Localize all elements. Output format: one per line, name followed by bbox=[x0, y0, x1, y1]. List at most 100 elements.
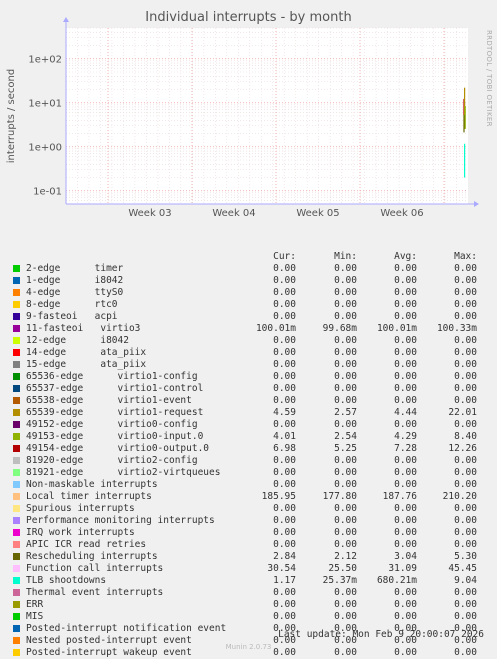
legend-max: 5.30 bbox=[454, 551, 477, 562]
legend-name: 2-edge timer bbox=[26, 263, 124, 274]
legend-name: TLB shootdowns bbox=[26, 575, 107, 586]
legend-swatch bbox=[13, 301, 20, 308]
legend-row: 65536-edge virtio1-config 0.00 0.00 0.00 0.0… bbox=[0, 371, 497, 383]
legend-cur: 0.00 bbox=[273, 515, 296, 526]
x-axis-arrow bbox=[474, 201, 479, 207]
legend-name: 1-edge i8042 bbox=[26, 275, 124, 286]
legend-avg: 0.00 bbox=[394, 359, 417, 370]
legend-row: 1-edge i8042 0.00 0.00 0.00 0.00 bbox=[0, 275, 497, 287]
legend-min: 0.00 bbox=[334, 359, 357, 370]
legend-avg: 0.00 bbox=[394, 587, 417, 598]
legend-name: 49154-edge virtio0-output.0 bbox=[26, 443, 210, 454]
legend-min: 25.37m bbox=[322, 575, 357, 586]
legend-name: Rescheduling interrupts bbox=[26, 551, 158, 562]
legend-name: Local timer interrupts bbox=[26, 491, 152, 502]
legend-min: 0.00 bbox=[334, 311, 357, 322]
legend-row: 2-edge timer 0.00 0.00 0.00 0.00 bbox=[0, 263, 497, 275]
legend-min: 0.00 bbox=[334, 479, 357, 490]
legend-name: Function call interrupts bbox=[26, 563, 164, 574]
legend-swatch bbox=[13, 493, 20, 500]
legend-avg: 0.00 bbox=[394, 419, 417, 430]
legend-name: 65538-edge virtio1-event bbox=[26, 395, 192, 406]
legend-min: 2.12 bbox=[334, 551, 357, 562]
legend-min: 0.00 bbox=[334, 275, 357, 286]
legend-max: 0.00 bbox=[454, 359, 477, 370]
legend-name: 65537-edge virtio1-control bbox=[26, 383, 204, 394]
legend-max: 100.33m bbox=[436, 323, 477, 334]
legend-max: 0.00 bbox=[454, 275, 477, 286]
legend-avg: 0.00 bbox=[394, 275, 417, 286]
legend-min: 0.00 bbox=[334, 587, 357, 598]
legend-avg: 4.44 bbox=[394, 407, 417, 418]
legend-cur: 2.84 bbox=[273, 551, 296, 562]
legend-max: 9.04 bbox=[454, 575, 477, 586]
legend-name: 65539-edge virtio1-request bbox=[26, 407, 204, 418]
legend-min: 177.80 bbox=[322, 491, 357, 502]
legend-avg: 4.29 bbox=[394, 431, 417, 442]
legend-min: 2.57 bbox=[334, 407, 357, 418]
col-cur: Cur: bbox=[273, 251, 296, 262]
legend-header: Cur: Min: Avg: Max: bbox=[0, 251, 497, 263]
legend-row: IRQ work interrupts 0.00 0.00 0.00 0.00 bbox=[0, 527, 497, 539]
legend-avg: 7.28 bbox=[394, 443, 417, 454]
legend-max: 0.00 bbox=[454, 383, 477, 394]
legend-row: 15-edge ata_piix 0.00 0.00 0.00 0.00 bbox=[0, 359, 497, 371]
legend-max: 0.00 bbox=[454, 335, 477, 346]
legend-avg: 0.00 bbox=[394, 383, 417, 394]
legend-swatch bbox=[13, 517, 20, 524]
legend-cur: 0.00 bbox=[273, 263, 296, 274]
legend-name: Non-maskable interrupts bbox=[26, 479, 158, 490]
legend-avg: 0.00 bbox=[394, 539, 417, 550]
legend-row: Spurious interrupts 0.00 0.00 0.00 0.00 bbox=[0, 503, 497, 515]
legend-max: 0.00 bbox=[454, 395, 477, 406]
legend-min: 0.00 bbox=[334, 335, 357, 346]
legend-cur: 0.00 bbox=[273, 287, 296, 298]
legend-name: 65536-edge virtio1-config bbox=[26, 371, 198, 382]
legend-name: 14-edge ata_piix bbox=[26, 347, 147, 358]
legend-swatch bbox=[13, 565, 20, 572]
chart-plot: 1e-01 1e+00 1e+01 1e+02 Week 03 Week 04 Week 0… bbox=[6, 17, 479, 219]
legend-name: ERR bbox=[26, 599, 44, 610]
legend-name: 12-edge i8042 bbox=[26, 335, 129, 346]
legend-cur: 30.54 bbox=[267, 563, 296, 574]
legend-max: 45.45 bbox=[448, 563, 477, 574]
legend-min: 0.00 bbox=[334, 611, 357, 622]
legend-swatch bbox=[13, 349, 20, 356]
legend-swatch bbox=[13, 433, 20, 440]
legend-max: 0.00 bbox=[454, 467, 477, 478]
legend-cur: 0.00 bbox=[273, 527, 296, 538]
legend-swatch bbox=[13, 313, 20, 320]
legend-name: IRQ work interrupts bbox=[26, 527, 135, 538]
legend-max: 0.00 bbox=[454, 527, 477, 538]
legend-cur: 0.00 bbox=[273, 539, 296, 550]
legend-cur: 0.00 bbox=[273, 599, 296, 610]
legend-avg: 0.00 bbox=[394, 611, 417, 622]
legend-cur: 0.00 bbox=[273, 479, 296, 490]
legend-max: 0.00 bbox=[454, 455, 477, 466]
legend-cur: 4.59 bbox=[273, 407, 296, 418]
legend-min: 2.54 bbox=[334, 431, 357, 442]
legend-name: APIC ICR read retries bbox=[26, 539, 147, 550]
legend-row: Thermal event interrupts 0.00 0.00 0.00 0.00 bbox=[0, 587, 497, 599]
legend-max: 0.00 bbox=[454, 587, 477, 598]
legend-row: TLB shootdowns 1.17 25.37m 680.21m 9.04 bbox=[0, 575, 497, 587]
legend-min: 0.00 bbox=[334, 503, 357, 514]
legend-swatch bbox=[13, 277, 20, 284]
legend-row: 4-edge ttyS0 0.00 0.00 0.00 0.00 bbox=[0, 287, 497, 299]
legend-name: Thermal event interrupts bbox=[26, 587, 164, 598]
legend-row: 12-edge i8042 0.00 0.00 0.00 0.00 bbox=[0, 335, 497, 347]
legend-cur: 0.00 bbox=[273, 587, 296, 598]
legend-swatch bbox=[13, 541, 20, 548]
legend-min: 99.68m bbox=[322, 323, 357, 334]
legend-avg: 0.00 bbox=[394, 527, 417, 538]
legend-row: Function call interrupts 30.54 25.50 31.09 4… bbox=[0, 563, 497, 575]
legend-row: 49154-edge virtio0-output.0 6.98 5.25 7.28 1… bbox=[0, 443, 497, 455]
legend-swatch bbox=[13, 385, 20, 392]
legend-min: 0.00 bbox=[334, 515, 357, 526]
legend-row: 65539-edge virtio1-request 4.59 2.57 4.44 22… bbox=[0, 407, 497, 419]
legend-avg: 0.00 bbox=[394, 395, 417, 406]
legend-cur: 185.95 bbox=[261, 491, 296, 502]
legend-swatch bbox=[13, 289, 20, 296]
legend-swatch bbox=[13, 601, 20, 608]
legend-min: 0.00 bbox=[334, 527, 357, 538]
